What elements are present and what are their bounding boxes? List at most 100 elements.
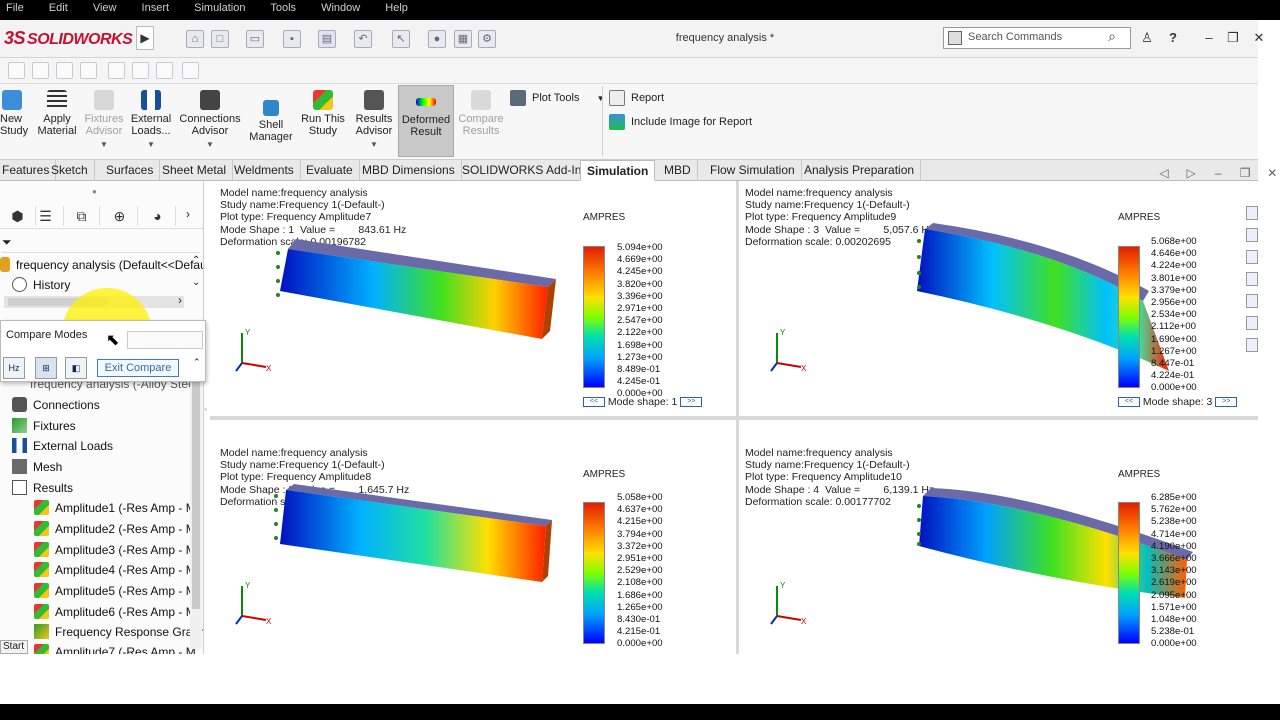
dimxpert-icon[interactable]: ⊕ xyxy=(102,206,138,226)
open-icon[interactable]: ▭ xyxy=(246,30,264,48)
tab-solidworks-addins[interactable]: SOLIDWORKS Add-Ins xyxy=(456,160,595,181)
help-icon[interactable]: ? xyxy=(1164,30,1182,45)
results-advisor-button[interactable]: Results Advisor ▼ xyxy=(352,86,396,151)
prev-mode-button[interactable]: << xyxy=(583,397,605,408)
tree-mesh[interactable]: Mesh xyxy=(12,459,62,474)
viewport-prev-icon[interactable]: ◁ xyxy=(1156,166,1172,180)
chevron-down-icon[interactable]: ▼ xyxy=(352,139,396,151)
search-input[interactable]: Search Commands ⌕ xyxy=(943,27,1131,49)
chevron-up-icon[interactable]: ⌃ xyxy=(192,255,200,266)
tree-external-loads[interactable]: External Loads xyxy=(12,438,113,453)
sketch-tool-icon[interactable] xyxy=(156,62,173,79)
close-button[interactable]: ✕ xyxy=(1250,30,1268,46)
chevron-down-icon[interactable]: ▼ xyxy=(128,139,174,151)
menu-expand-button[interactable]: ▶ xyxy=(136,26,154,50)
deformed-beam-plot[interactable] xyxy=(266,221,566,351)
new-doc-icon[interactable]: □ xyxy=(211,30,229,48)
tab-sheet-metal[interactable]: Sheet Metal xyxy=(156,160,234,181)
vertical-scrollbar[interactable] xyxy=(190,349,202,649)
tab-mbd-dimensions[interactable]: MBD Dimensions xyxy=(356,160,462,181)
new-study-button[interactable]: New Study xyxy=(0,86,28,137)
sketch-tool-icon[interactable] xyxy=(56,62,73,79)
sketch-tool-icon[interactable] xyxy=(182,62,199,79)
sketch-tool-icon[interactable] xyxy=(8,62,25,79)
tree-fixtures[interactable]: Fixtures xyxy=(12,418,76,433)
deformed-beam-plot[interactable] xyxy=(266,480,566,590)
viewport-mode-1[interactable]: Model name:frequency analysis Study name:… xyxy=(210,181,736,416)
tab-evaluate[interactable]: Evaluate xyxy=(300,160,360,181)
restore-button[interactable]: ❐ xyxy=(1224,30,1242,46)
chevron-down-icon[interactable]: ▼ xyxy=(597,94,605,103)
compare-layout-icon[interactable]: ⊞ xyxy=(35,357,57,379)
tree-result-frequency-graph[interactable]: Frequency Response Graph xyxy=(34,624,203,639)
run-study-button[interactable]: Run This Study xyxy=(298,86,348,137)
menu-tools[interactable]: Tools xyxy=(270,2,296,14)
tree-result-amplitude3[interactable]: Amplitude3 (-Res Amp - M xyxy=(34,542,196,557)
chevron-right-icon[interactable]: › xyxy=(186,207,190,221)
rebuild-icon[interactable]: ● xyxy=(428,30,446,48)
task-pane-icon[interactable] xyxy=(1246,250,1258,264)
apply-material-button[interactable]: Apply Material xyxy=(32,86,82,137)
fixtures-advisor-button[interactable]: Fixtures Advisor ▼ xyxy=(82,86,126,151)
viewport-minimize-icon[interactable]: – xyxy=(1210,166,1226,180)
tab-surfaces[interactable]: Surfaces xyxy=(100,160,161,181)
next-mode-button[interactable]: >> xyxy=(680,397,703,408)
sketch-tool-icon[interactable] xyxy=(108,62,125,79)
viewport-mode-4[interactable]: Model name:frequency analysis Study name:… xyxy=(739,420,1258,654)
include-image-button[interactable]: Include Image for Report xyxy=(609,114,752,130)
prev-mode-button[interactable]: << xyxy=(1118,397,1140,408)
chevron-up-icon[interactable]: ⌃ xyxy=(193,357,201,368)
tree-results[interactable]: Results xyxy=(12,480,73,495)
menu-file[interactable]: File xyxy=(6,2,24,14)
filter-icon[interactable]: ⏷ xyxy=(2,235,12,250)
task-pane-icon[interactable] xyxy=(1246,272,1258,286)
chevron-down-icon[interactable]: ⌄ xyxy=(192,277,200,288)
viewport-restore-icon[interactable]: ❐ xyxy=(1237,166,1253,180)
start-tab[interactable]: Start xyxy=(0,640,28,654)
tree-result-amplitude2[interactable]: Amplitude2 (-Res Amp - M xyxy=(34,521,196,536)
viewport-mode-3[interactable]: Model name:frequency analysis Study name:… xyxy=(739,181,1246,416)
menu-help[interactable]: Help xyxy=(385,2,408,14)
menu-window[interactable]: Window xyxy=(321,2,360,14)
task-pane-icon[interactable] xyxy=(1246,338,1258,352)
property-manager-icon[interactable]: ☰ xyxy=(28,206,64,226)
sketch-tool-icon[interactable] xyxy=(132,62,149,79)
home-icon[interactable]: ⌂ xyxy=(186,30,204,48)
panel-grip[interactable]: ● xyxy=(92,187,97,196)
chevron-down-icon[interactable]: ▼ xyxy=(178,139,242,151)
search-icon[interactable]: ⌕ xyxy=(1108,28,1116,45)
deformed-result-button[interactable]: Deformed Result xyxy=(398,85,454,157)
menu-edit[interactable]: Edit xyxy=(49,2,68,14)
compare-mode-hz-icon[interactable]: Hz xyxy=(3,357,25,379)
tab-sketch[interactable]: Sketch xyxy=(45,160,95,181)
sketch-tool-icon[interactable] xyxy=(32,62,49,79)
tab-weldments[interactable]: Weldments xyxy=(228,160,301,181)
shell-manager-button[interactable]: Shell Manager xyxy=(246,96,296,143)
file-properties-icon[interactable]: ▦ xyxy=(454,30,472,48)
tree-history[interactable]: History xyxy=(12,277,70,292)
menu-insert[interactable]: Insert xyxy=(142,2,170,14)
menu-view[interactable]: View xyxy=(93,2,117,14)
menu-simulation[interactable]: Simulation xyxy=(194,2,245,14)
connections-advisor-button[interactable]: Connections Advisor ▼ xyxy=(178,86,242,151)
external-loads-button[interactable]: External Loads... ▼ xyxy=(128,86,174,151)
task-pane-icon[interactable] xyxy=(1246,316,1258,330)
next-mode-button[interactable]: >> xyxy=(1215,397,1238,408)
tree-result-amplitude4[interactable]: Amplitude4 (-Res Amp - M xyxy=(34,562,196,577)
undo-icon[interactable]: ↶ xyxy=(354,30,372,48)
configuration-manager-icon[interactable]: ⧉ xyxy=(64,206,100,226)
viewport-next-icon[interactable]: ▷ xyxy=(1183,166,1199,180)
tab-simulation[interactable]: Simulation xyxy=(580,160,656,181)
plot-tools-button[interactable]: Plot Tools ▼ xyxy=(510,90,604,106)
tree-result-amplitude5[interactable]: Amplitude5 (-Res Amp - M xyxy=(34,583,196,598)
tab-mbd[interactable]: MBD xyxy=(658,160,698,181)
print-icon[interactable]: ▤ xyxy=(318,30,336,48)
tree-root[interactable]: frequency analysis (Default<<Defau xyxy=(0,257,203,272)
tab-flow-simulation[interactable]: Flow Simulation xyxy=(704,160,802,181)
tree-connections[interactable]: Connections xyxy=(12,397,100,412)
search-scope-icon[interactable] xyxy=(948,31,962,45)
tree-result-amplitude6[interactable]: Amplitude6 (-Res Amp - M xyxy=(34,604,196,619)
compare-results-button[interactable]: Compare Results xyxy=(456,86,506,137)
tree-result-amplitude1[interactable]: Amplitude1 (-Res Amp - M xyxy=(34,500,196,515)
compare-field[interactable] xyxy=(127,331,203,349)
